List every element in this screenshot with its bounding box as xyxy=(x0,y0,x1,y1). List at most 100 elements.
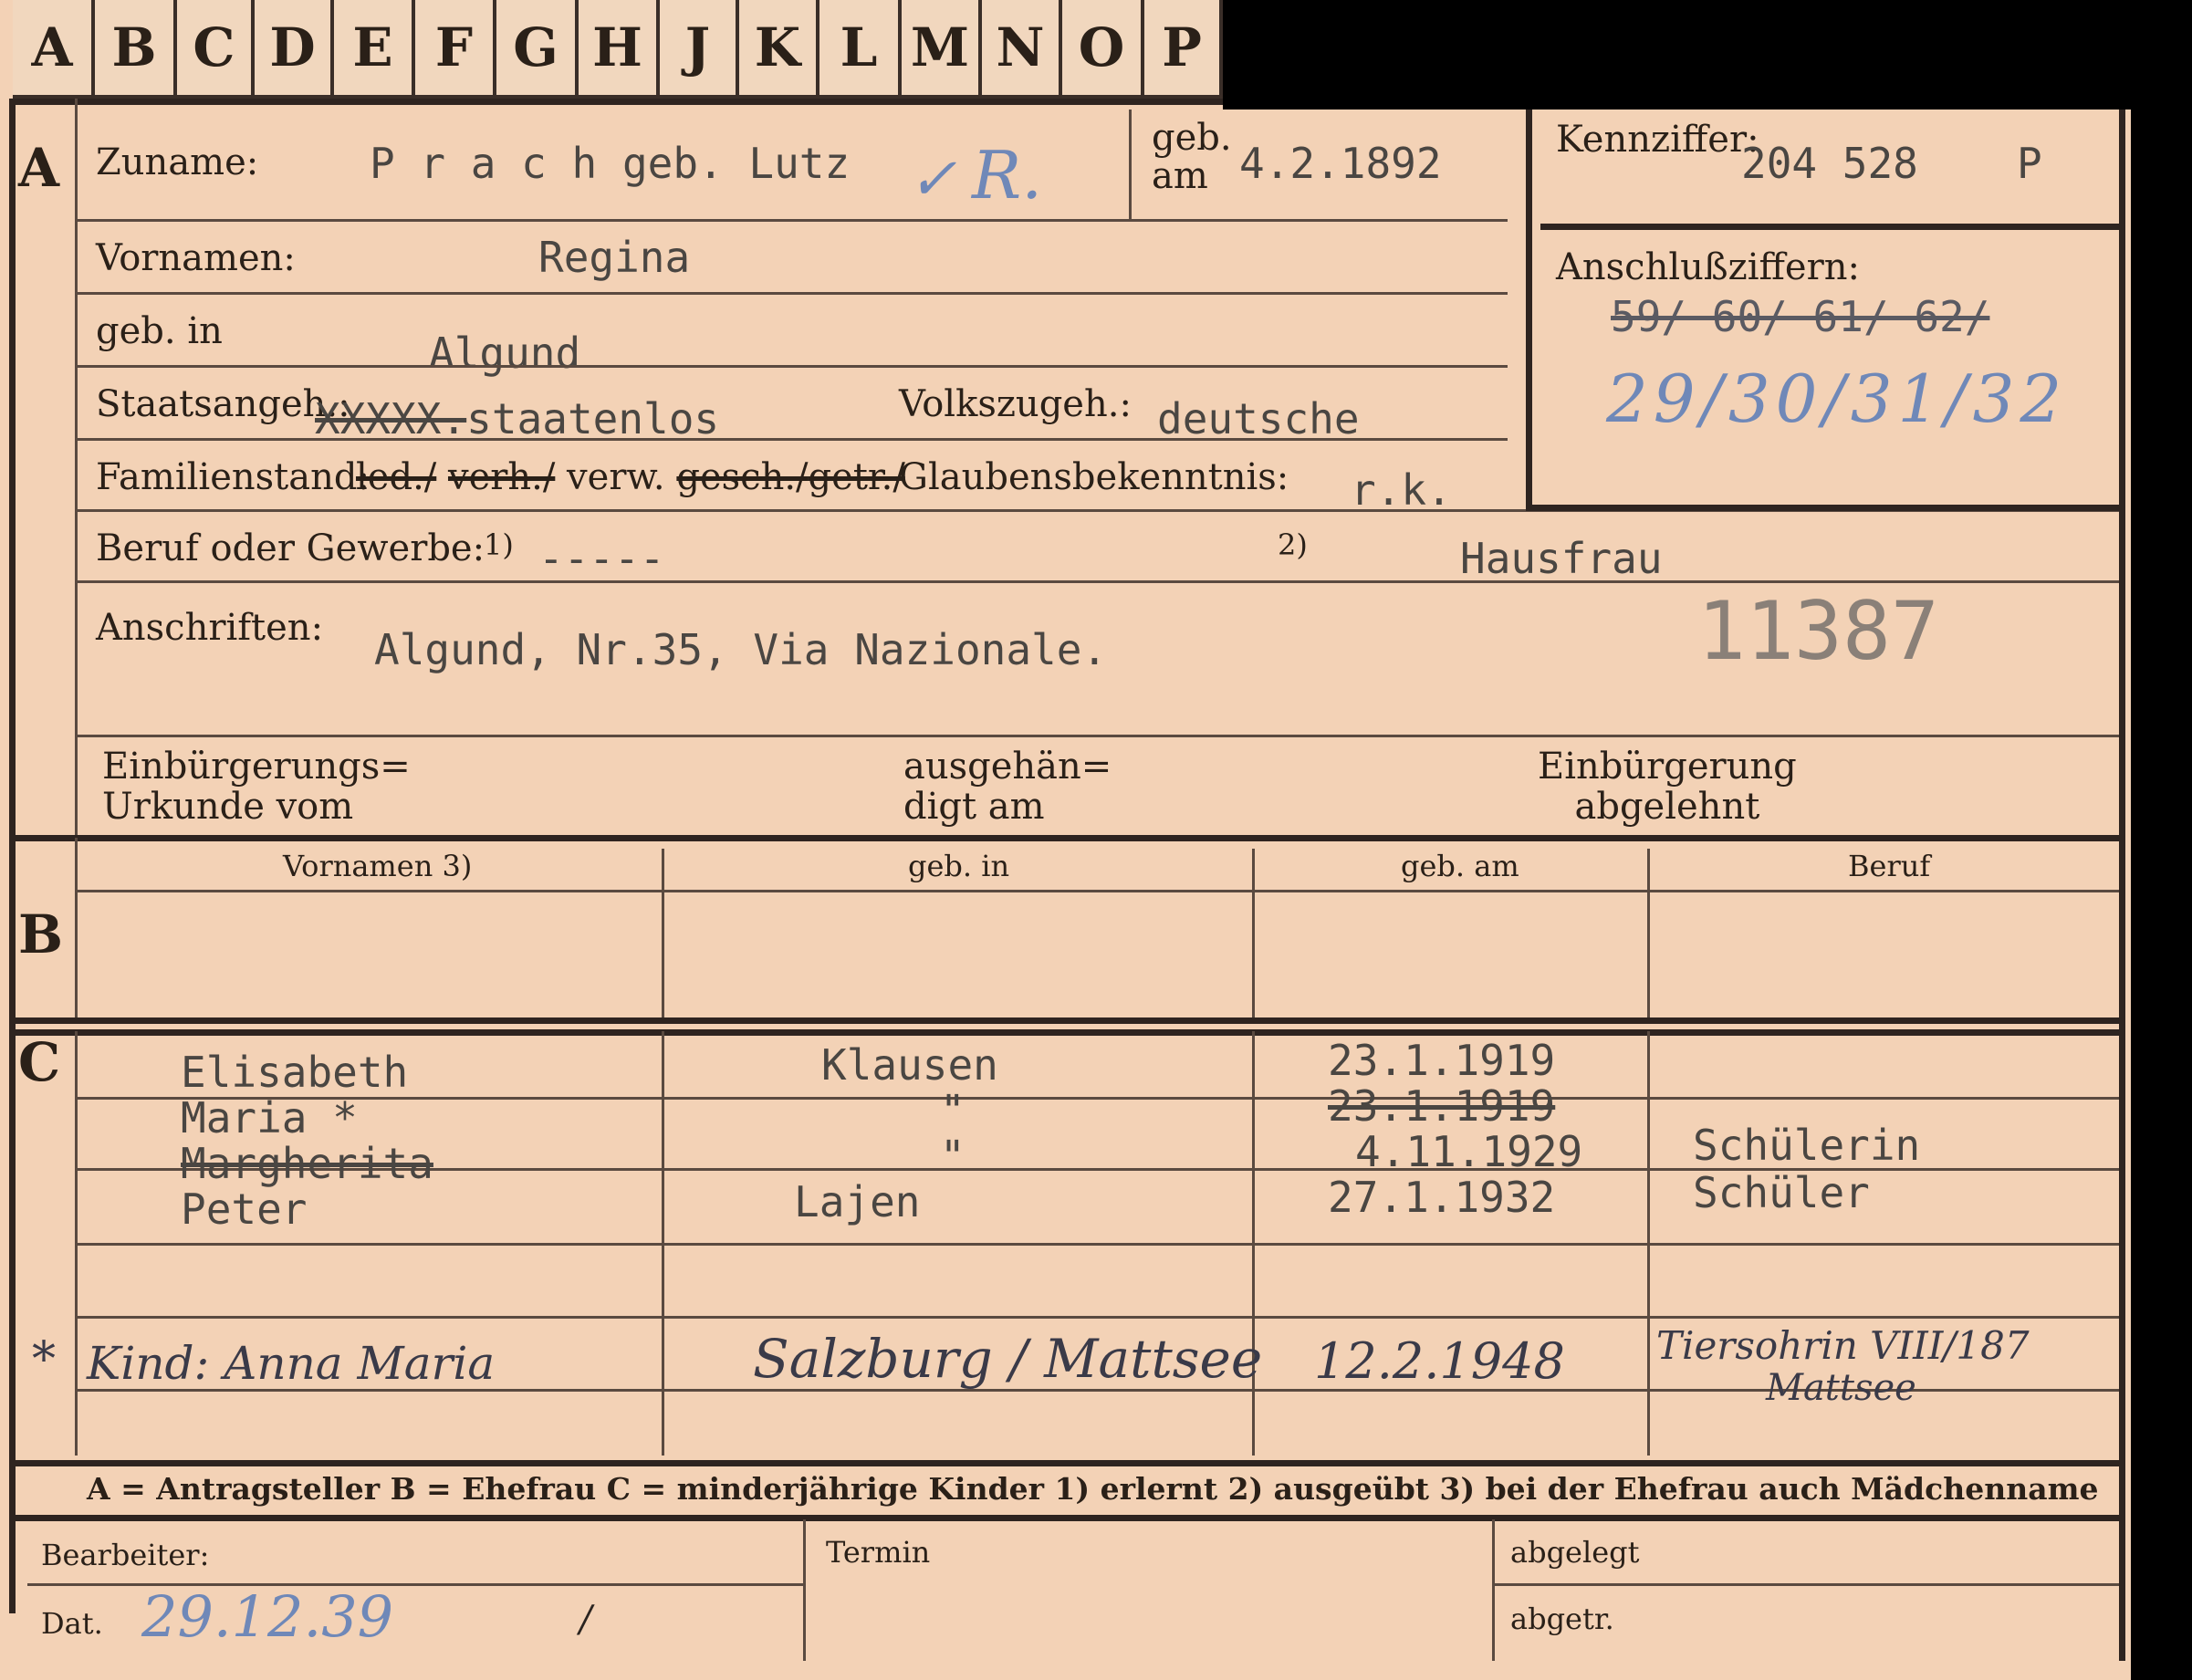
refused-label: Einbürgerung abgelehnt xyxy=(1538,746,1797,828)
index-tab-d: D xyxy=(255,0,334,99)
citizenship-value: XXXXX.staatenlos xyxy=(315,394,720,443)
child-note-marker: * xyxy=(32,1332,56,1387)
index-tab-l: L xyxy=(819,0,902,99)
occupation-sup-1: 1) xyxy=(484,527,514,562)
occupation-practiced-value: Hausfrau xyxy=(1460,534,1663,583)
occupation-sup-2: 2) xyxy=(1278,527,1308,562)
index-tab-g: G xyxy=(496,0,579,99)
sent-label: abgetr. xyxy=(1510,1602,1614,1636)
born-on-label: geb. am xyxy=(1152,117,1232,197)
index-tab-m: M xyxy=(902,0,982,99)
spouse-header-birthplace: geb. in xyxy=(908,849,1010,883)
child-4-name: Peter xyxy=(181,1184,308,1234)
row-line-4 xyxy=(75,438,1508,441)
deadline-label: Termin xyxy=(826,1535,931,1570)
ethnicity-label: Volkszugeh.: xyxy=(899,383,1132,425)
birthplace-value: Algund xyxy=(429,329,581,378)
id-suffix: P xyxy=(2017,139,2042,188)
child-3-occupation: Schülerin xyxy=(1693,1121,1921,1170)
child-1-name: Elisabeth xyxy=(181,1048,409,1097)
index-tab-b: B xyxy=(95,0,177,99)
occupation-learned-value: ----- xyxy=(538,534,665,583)
naturalization-label: Einbürgerungs= Urkunde vom xyxy=(102,746,411,828)
connection-new: 29/30/31/32 xyxy=(1606,360,2068,437)
child-4-occupation: Schüler xyxy=(1693,1168,1870,1217)
spouse-col-2 xyxy=(1252,849,1255,1017)
child-2-name: Maria * xyxy=(181,1093,358,1143)
row-line-7 xyxy=(75,735,2119,737)
footer-col-2 xyxy=(1492,1519,1495,1661)
child-note-date: 12.2.1948 xyxy=(1314,1332,1565,1390)
religion-value: r.k. xyxy=(1351,465,1452,515)
child-3-name: Margherita xyxy=(181,1139,433,1188)
clerk-label: Bearbeiter: xyxy=(41,1538,210,1572)
spouse-header-birthdate: geb. am xyxy=(1401,849,1519,883)
occupation-label: Beruf oder Gewerbe: xyxy=(96,527,485,569)
child-row-line-4 xyxy=(75,1316,2119,1319)
index-tab-k: K xyxy=(739,0,819,99)
row-line-3 xyxy=(75,365,1508,368)
marital-label: Familienstand: xyxy=(96,456,370,498)
section-label-c: C xyxy=(18,1031,61,1093)
first-names-value: Regina xyxy=(538,233,691,282)
footer-line-right xyxy=(1492,1583,2119,1586)
index-tab-h: H xyxy=(579,0,660,99)
check-mark: ✓ xyxy=(908,146,957,214)
section-c-top-1 xyxy=(13,1017,2121,1024)
connection-label: Anschlußziffern: xyxy=(1556,246,1860,288)
religion-label: Glaubensbekenntnis: xyxy=(899,456,1289,498)
ethnicity-value: deutsche xyxy=(1157,394,1360,443)
birthplace-label: geb. in xyxy=(96,310,223,352)
surname-label: Zuname: xyxy=(96,141,259,183)
left-border xyxy=(9,99,16,1613)
spouse-header-occupation: Beruf xyxy=(1848,849,1931,883)
legend: A = Antragsteller B = Ehefrau C = minder… xyxy=(87,1471,2099,1507)
index-tab-f: F xyxy=(415,0,496,99)
index-tab-a: A xyxy=(13,0,95,99)
child-note-occupation: Tiersohrin VIII/187 xyxy=(1656,1323,2030,1368)
section-a-divider xyxy=(75,99,78,838)
spouse-header-names: Vornamen 3) xyxy=(283,849,473,883)
black-background-top-right xyxy=(1223,0,2135,110)
section-label-b: B xyxy=(18,903,64,965)
child-row-line-3 xyxy=(75,1243,2119,1246)
section-label-a: A xyxy=(18,137,60,199)
surname-mark: R. xyxy=(972,137,1043,214)
legend-top xyxy=(13,1460,2121,1466)
filed-label: abgelegt xyxy=(1510,1535,1640,1570)
address-stamp: 11387 xyxy=(1697,584,1939,678)
child-note-name: Kind: Anna Maria xyxy=(87,1337,496,1390)
surname-value: P r a c h geb. Lutz xyxy=(370,139,851,188)
row-line-1 xyxy=(75,219,1508,222)
born-on-value: 4.2.1892 xyxy=(1239,139,1442,188)
child-1-place: Klausen xyxy=(821,1040,998,1090)
section-c-top-2 xyxy=(13,1029,2121,1036)
marital-options: led./ verh./ verw. gesch./getr./ xyxy=(356,456,905,498)
section-b-divider xyxy=(75,838,78,1020)
index-tab-n: N xyxy=(982,0,1062,99)
handed-label: ausgehän= digt am xyxy=(903,746,1112,828)
child-row-line-1 xyxy=(75,1097,2119,1100)
index-tab-j: J xyxy=(660,0,739,99)
row-line-2 xyxy=(75,292,1508,295)
date-slash: / xyxy=(579,1599,592,1641)
address-value: Algund, Nr.35, Via Nazionale. xyxy=(374,625,1108,674)
id-label: Kennziffer: xyxy=(1556,119,1759,161)
footer-col-1 xyxy=(803,1519,806,1661)
date-value: 29.12.39 xyxy=(141,1583,394,1650)
child-3-place: " xyxy=(940,1132,966,1181)
child-note-place: Salzburg / Mattsee xyxy=(753,1328,1263,1390)
section-b-top xyxy=(13,835,2121,841)
child-1-date: 23.1.1919 xyxy=(1328,1036,1556,1085)
id-box-divider xyxy=(1540,224,2119,230)
child-4-place: Lajen xyxy=(794,1177,921,1226)
address-label: Anschriften: xyxy=(96,607,324,649)
top-border xyxy=(9,99,1223,105)
date-label: Dat. xyxy=(41,1606,103,1641)
id-value: 204 528 xyxy=(1741,139,1918,188)
spouse-header-line xyxy=(75,890,2119,892)
child-note-occupation-2: Mattsee xyxy=(1766,1367,1916,1409)
index-tab-p: P xyxy=(1144,0,1223,99)
legend-bottom xyxy=(13,1515,2121,1521)
index-tab-c: C xyxy=(177,0,255,99)
